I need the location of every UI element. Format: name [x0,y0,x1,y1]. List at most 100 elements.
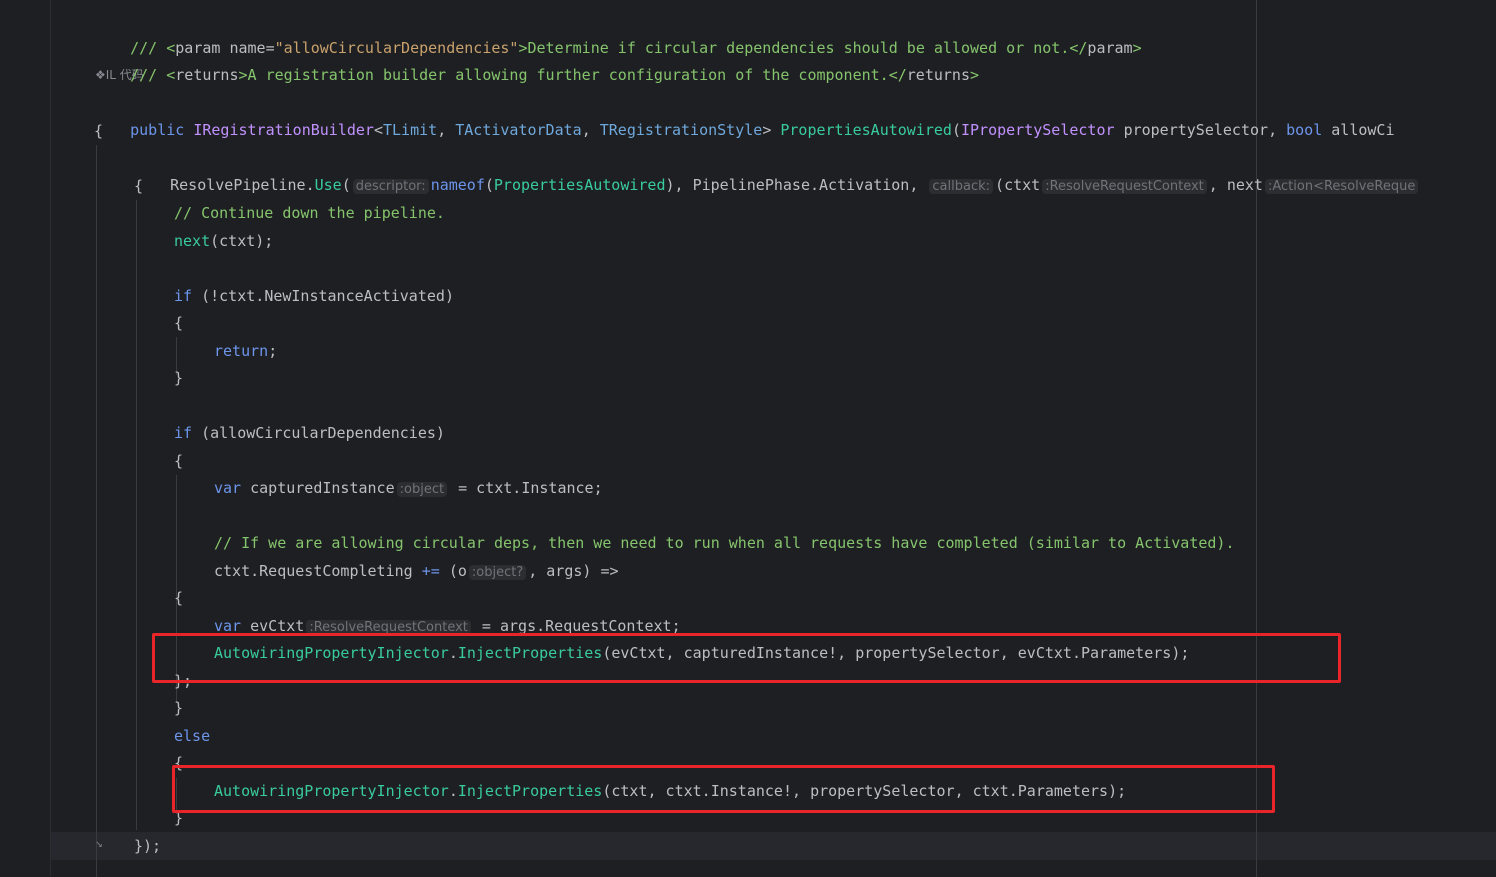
brace: } [174,699,184,717]
method-name[interactable]: next [174,232,210,250]
code-line: }); [134,833,161,860]
comment-line: // If we are allowing circular deps, the… [214,530,1234,557]
doc-text: >A registration builder allowing further… [238,66,907,84]
doc-tag: param [1087,39,1133,57]
comment-line: // Continue down the pipeline. [174,200,445,227]
code-line: /// <returns>A registration builder allo… [94,35,979,84]
code-line: } [174,365,183,392]
doc-bracket: < [166,66,176,84]
method-name[interactable]: PropertiesAutowired [494,176,666,194]
code-text: (ctxt); [210,232,274,250]
code-line: ctxt.RequestCompleting += (o:object?, ar… [214,558,619,585]
type-param: TActivatorData [455,121,582,139]
punctuation: ) => [582,562,619,580]
parameter-hint: descriptor: [352,179,429,194]
punctuation: , [1268,121,1287,139]
keyword: nameof [430,176,485,194]
code-line: /// <param name="allowCircularDependenci… [94,8,1141,57]
punctuation: , [528,562,547,580]
brace: { [94,122,104,140]
code-line: var capturedInstance:object = ctxt.Insta… [214,475,603,502]
type-name[interactable]: IRegistrationBuilder [193,121,374,139]
punctuation: . [305,176,315,194]
class-ref[interactable]: ResolvePipeline [170,176,305,194]
doc-tag: returns [906,66,970,84]
punctuation: ), [665,176,693,194]
line-number-gutter[interactable] [0,0,50,877]
local-variable: capturedInstance [250,479,395,497]
highlight-box-inject-ctxt [172,765,1275,813]
punctuation: , [437,121,456,139]
keyword: return [214,342,269,360]
parameter: allowCircularDependencies [210,424,436,442]
punctuation: . [810,176,820,194]
type-param: TLimit [383,121,438,139]
doc-bracket: > [1132,39,1142,57]
punctuation: ( [995,176,1005,194]
comment: // If we are allowing circular deps, the… [214,534,1235,552]
code-line: if (allowCircularDependencies) [174,420,445,447]
code-text: (!ctxt. [201,287,265,305]
code-line: return; [214,338,277,365]
parameter: ctxt [1004,176,1041,194]
type-param: TRegistrationStyle [599,121,763,139]
brace: { [174,452,184,470]
code-line: next(ctxt); [174,228,273,255]
punctuation: ) [444,287,454,305]
code-line: else [174,723,210,750]
text-cursor-icon: ↘ [95,836,103,851]
code-line: { [174,448,183,475]
punctuation: ( [341,176,351,194]
doc-bracket: > [970,66,980,84]
type-hint: :Action<ResolveReque [1264,179,1419,194]
code-text: = ctxt. [449,479,522,497]
code-editor[interactable]: /// <param name="allowCircularDependenci… [51,0,1496,877]
punctuation: ( [201,424,211,442]
comment: // Continue down the pipeline. [174,204,445,222]
parameter: allowCi [1331,121,1395,139]
punctuation: > [762,121,781,139]
code-line: { [134,173,143,200]
brace: { [174,589,184,607]
parameter: args [546,562,583,580]
type-hint: :object? [468,565,527,580]
keyword: bool [1286,121,1332,139]
code-line: { [174,310,183,337]
brace: { [134,177,144,195]
code-line: } [174,695,183,722]
method-name[interactable]: PropertiesAutowired [780,121,952,139]
type-hint: :ResolveRequestContext [1042,179,1207,194]
punctuation: ; [268,342,278,360]
code-line: { [174,585,183,612]
type-hint: :object [396,482,448,497]
doc-tag: returns [175,66,239,84]
punctuation: ) [435,424,445,442]
punctuation: , [581,121,600,139]
code-line: if (!ctxt.NewInstanceActivated) [174,283,454,310]
code-text: ctxt. [214,562,260,580]
method-name[interactable]: Use [315,176,342,194]
member-ref[interactable]: Activation [819,176,909,194]
keyword: if [174,287,202,305]
class-ref[interactable]: PipelinePhase [693,176,810,194]
keyword: else [174,727,211,745]
method-signature-line: public IRegistrationBuilder<TLimit, TAct… [94,90,1394,139]
keyword: public [130,121,194,139]
operator: += [412,562,449,580]
member-ref[interactable]: Instance [521,479,593,497]
punctuation: ( [951,121,961,139]
parameter: next [1226,176,1263,194]
punctuation: < [373,121,383,139]
punctuation: , [909,176,928,194]
event-ref[interactable]: RequestCompleting [259,562,413,580]
punctuation: ( [484,176,494,194]
code-line: ResolvePipeline.Use(descriptor: nameof(Pr… [134,145,1420,194]
parameter-hint: callback: [929,179,994,194]
brace: } [174,369,184,387]
member-ref[interactable]: NewInstanceActivated [264,287,445,305]
keyword: var [214,479,251,497]
type-name[interactable]: IPropertySelector [961,121,1124,139]
parameter: (o [448,562,467,580]
punctuation: , [1208,176,1227,194]
doc-comment-prefix: /// [130,66,167,84]
